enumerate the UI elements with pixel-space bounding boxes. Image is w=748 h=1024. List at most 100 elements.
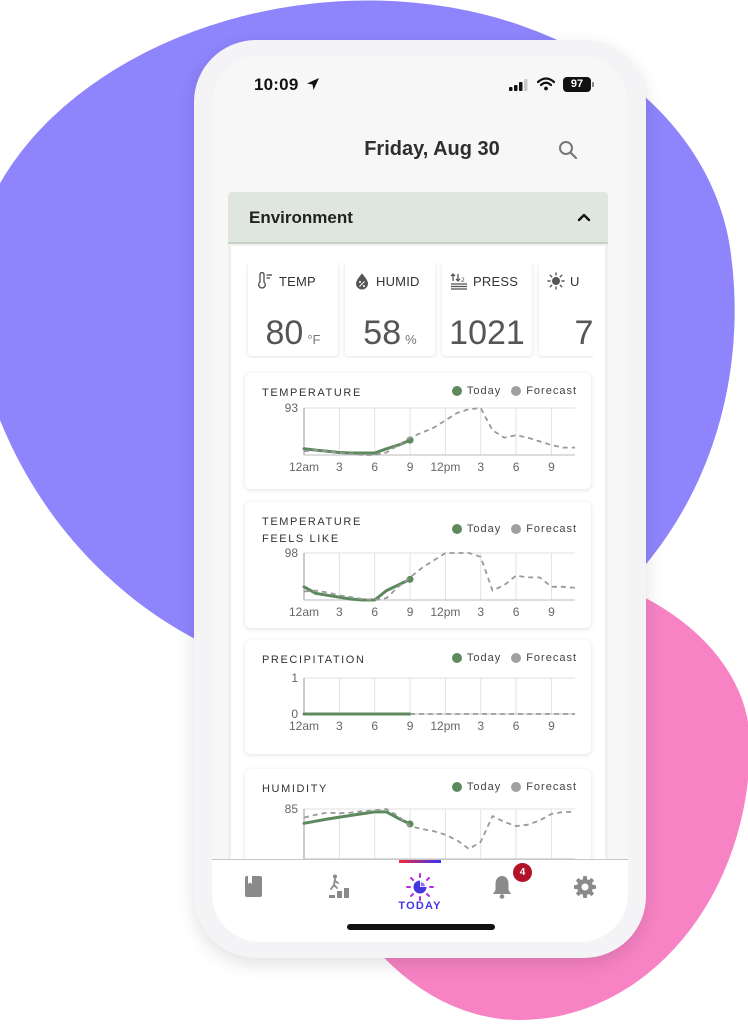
x-tick-label: 3 [336,719,343,733]
legend-label: Forecast [526,523,577,535]
x-tick-label: 3 [477,719,484,733]
x-tick-label: 12pm [430,605,460,619]
home-indicator[interactable] [347,924,495,930]
legend-item-today[interactable]: Today [451,385,502,397]
y-tick-label: 85 [285,802,299,816]
status-bar: 10:09 97 [212,56,628,112]
legend-item-forecast[interactable]: Forecast [511,523,577,535]
x-tick-label: 12pm [430,719,460,733]
legend-label: Today [466,385,502,397]
x-tick-label: 9 [548,460,555,474]
legend-label: Forecast [526,385,577,397]
x-tick-label: 3 [336,460,343,474]
x-tick-label: 6 [513,460,520,474]
location-arrow-icon [307,78,319,90]
forecast-line [303,407,575,456]
x-tick-label: 12am [289,460,319,474]
metric-value: 7 [574,314,593,352]
metric-card-humidity[interactable]: HUMID 58% [345,262,435,356]
legend-item-today[interactable]: Today [451,781,502,793]
chart-card-feels-like[interactable]: 98 12am 3 6 9 12pm 3 6 9 TEMPERATURE FEELS LIKE … [245,502,591,628]
metric-label: PRESS [473,273,519,289]
metric-label: U [570,273,580,289]
chart-legend: Today Forecast [442,385,577,397]
metric-value: 80 [265,314,304,352]
legend-item-forecast[interactable]: Forecast [511,652,577,664]
chart-legend: Today Forecast [442,781,577,793]
chart-legend: Today Forecast [442,523,577,535]
status-time: 10:09 [254,75,299,94]
chart-title: TEMPERATURE FEELS LIKE [262,516,362,545]
x-tick-label: 9 [548,605,555,619]
x-tick-label: 6 [371,719,378,733]
x-tick-label: 6 [371,605,378,619]
metric-card-uv[interactable]: U 7 [539,262,593,356]
legend-dot-forecast [511,782,522,792]
metric-label: TEMP [279,273,316,289]
activity-steps-icon[interactable] [324,872,354,902]
chevron-up-icon[interactable] [576,209,592,225]
x-tick-label: 6 [371,460,378,474]
app-header: Friday, Aug 30 [212,128,628,172]
metric-unit: °F [307,332,321,347]
legend-label: Today [466,652,502,664]
x-tick-label: 12am [289,719,319,733]
chart-card-temperature[interactable]: 93 12am 3 6 9 12pm 3 6 9 TEMPERATURE Today Forec… [245,373,591,489]
legend-label: Today [466,781,502,793]
pressure-icon: 2 [450,273,467,290]
legend-dot-forecast [511,653,522,663]
x-tick-label: 12pm [430,460,460,474]
thermometer-icon [258,272,272,289]
legend-item-forecast[interactable]: Forecast [511,385,577,397]
legend-item-today[interactable]: Today [451,523,502,535]
environment-section-header[interactable]: Environment [228,192,608,244]
x-tick-label: 12am [289,605,319,619]
legend-dot-forecast [511,386,522,396]
nav-active-indicator [399,860,441,863]
cellular-signal-icon [509,79,528,91]
chart-card-precipitation[interactable]: 1 0 12am 3 6 9 12pm 3 6 9 PRECIPITATION Today For… [245,640,591,754]
svg-text:2: 2 [461,277,465,284]
metric-card-pressure[interactable]: 2 PRESS 1021 [442,262,532,356]
legend-item-today[interactable]: Today [451,652,502,664]
phone-screen: 10:09 97 Friday, Aug 30 Environment TEMP… [212,56,628,942]
chart-title: HUMIDITY [262,783,328,795]
x-tick-label: 3 [336,605,343,619]
legend-dot-today [451,524,462,534]
x-tick-label: 9 [548,719,555,733]
notification-badge: 4 [513,863,532,882]
chart-legend: Today Forecast [442,652,577,664]
forecast-line [303,552,576,601]
metric-value: 58 [363,314,402,352]
search-icon[interactable] [556,138,580,162]
x-tick-label: 3 [477,605,484,619]
legend-dot-today [451,782,462,792]
section-title: Environment [249,208,353,227]
legend-label: Forecast [526,781,577,793]
today-line [302,438,412,455]
legend-label: Forecast [526,652,577,664]
humidity-drop-icon [356,273,368,290]
x-tick-label: 6 [513,605,520,619]
x-tick-label: 9 [407,460,414,474]
legend-label: Today [466,523,502,535]
legend-dot-today [451,386,462,396]
nav-label-today[interactable]: TODAY [380,900,460,912]
legend-item-forecast[interactable]: Forecast [511,781,577,793]
legend-dot-forecast [511,524,522,534]
metric-unit: % [405,332,417,347]
y-tick-label: 1 [291,671,298,685]
today-sun-icon[interactable] [405,872,435,902]
book-icon[interactable] [239,872,269,902]
metric-cards-row[interactable]: TEMP 80 °F HUMID 58% 2 PRESS 1021 U 7 [231,262,593,358]
metric-value: 1021 [449,314,525,352]
gear-icon[interactable] [570,872,600,902]
x-tick-label: 3 [477,460,484,474]
environment-section-body: TEMP 80 °F HUMID 58% 2 PRESS 1021 U 7 93… [231,246,605,889]
chart-title: PRECIPITATION [262,654,366,666]
chart-title: TEMPERATURE [262,387,362,399]
metric-card-temp[interactable]: TEMP 80 °F [248,262,338,356]
bell-icon[interactable] [487,872,517,902]
battery-indicator: 97 [563,77,594,92]
x-tick-label: 9 [407,719,414,733]
